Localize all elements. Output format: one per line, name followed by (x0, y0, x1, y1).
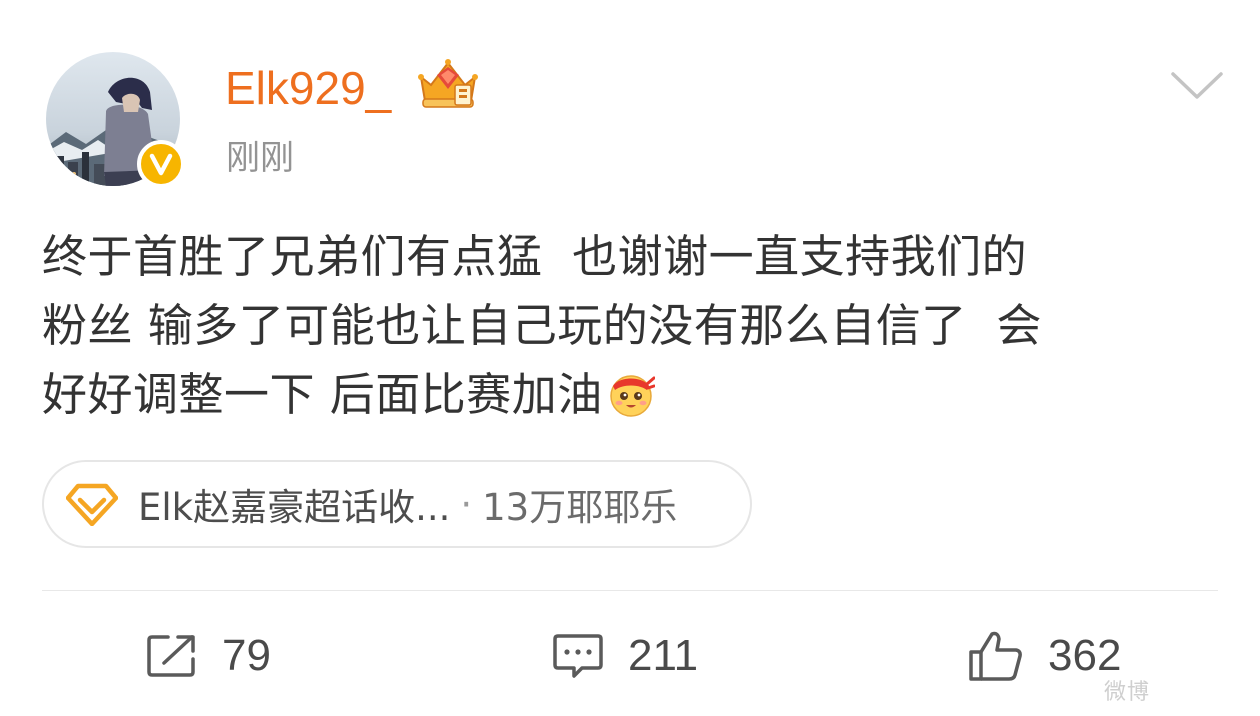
diamond-icon (66, 483, 118, 526)
repost-count: 79 (222, 631, 271, 680)
watermark: 微博 (1104, 680, 1151, 705)
chevron-down-icon[interactable] (1168, 68, 1226, 104)
topic-name: Elk赵嘉豪超话收... (138, 486, 451, 529)
vip-crown-icon (418, 59, 478, 108)
comment-icon (553, 634, 603, 678)
topic-count: 13万耶耶乐 (482, 486, 678, 529)
repost-button[interactable]: 79 (146, 624, 271, 688)
post-line-last: 好好调整一下 后面比赛加油 (42, 360, 1232, 429)
like-button[interactable]: 362 (968, 624, 1121, 688)
cheer-emoji-icon (610, 375, 655, 417)
super-topic-link[interactable]: Elk赵嘉豪超话收... · 13万耶耶乐 (42, 460, 752, 548)
post-timestamp: 刚刚 (226, 138, 294, 178)
thumbs-up-icon (969, 631, 1022, 681)
post-line: 粉丝 输多了可能也让自己玩的没有那么自信了 会 (42, 299, 1042, 352)
repost-icon (147, 635, 195, 677)
divider (42, 590, 1218, 591)
post-line: 终于首胜了兄弟们有点猛 也谢谢一直支持我们的 (42, 230, 1028, 283)
verified-badge (137, 140, 185, 188)
topic-separator: · (460, 482, 473, 526)
username[interactable]: Elk929_ (225, 58, 391, 118)
post-line-text: 好好调整一下 后面比赛加油 (42, 368, 603, 421)
post-body: 终于首胜了兄弟们有点猛 也谢谢一直支持我们的 粉丝 输多了可能也让自己玩的没有那… (42, 222, 1232, 429)
comment-count: 211 (628, 631, 699, 680)
verified-icon (149, 153, 173, 176)
comment-button[interactable]: 211 (552, 624, 698, 688)
